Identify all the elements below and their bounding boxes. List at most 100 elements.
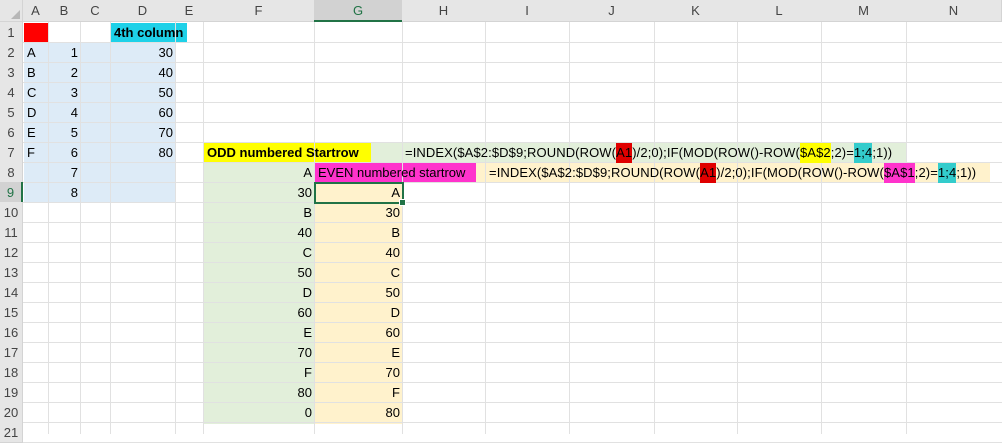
cell-b7[interactable]: 6 [49, 143, 81, 163]
grid-line-horizontal [23, 362, 1002, 363]
cell-d3[interactable]: 40 [111, 63, 176, 83]
cell-a7[interactable]: F [24, 143, 49, 163]
cell-d5[interactable]: 60 [111, 103, 176, 123]
fill-handle[interactable] [399, 199, 406, 206]
cell-g16[interactable]: 60 [315, 323, 403, 343]
row-header-12[interactable]: 12 [0, 242, 23, 263]
column-header-j[interactable]: J [569, 0, 655, 22]
formula-even-part: =INDEX($A$2:$D$9;ROUND(ROW( [489, 165, 701, 180]
cell-f11[interactable]: 40 [204, 223, 315, 243]
row-header-17[interactable]: 17 [0, 342, 23, 363]
formula-even-highlight-4: 4 [948, 163, 957, 183]
row-header-10[interactable]: 10 [0, 202, 23, 223]
cell-d6[interactable]: 70 [111, 123, 176, 143]
cell-f12[interactable]: C [204, 243, 315, 263]
row-header-16[interactable]: 16 [0, 322, 23, 343]
column-header-k[interactable]: K [654, 0, 738, 22]
formula-odd-text: =INDEX($A$2:$D$9;ROUND(ROW(A1)/2;0);IF(M… [402, 143, 895, 163]
row-header-5[interactable]: 5 [0, 102, 23, 123]
grid-line-horizontal [23, 422, 1002, 423]
row-header-18[interactable]: 18 [0, 362, 23, 383]
cell-f10[interactable]: B [204, 203, 315, 223]
row-header-11[interactable]: 11 [0, 222, 23, 243]
column-header-e[interactable]: E [175, 0, 204, 22]
grid-line-horizontal [23, 282, 1002, 283]
cell-b6[interactable]: 5 [49, 123, 81, 143]
column-header-f[interactable]: F [203, 0, 315, 22]
column-header-b[interactable]: B [48, 0, 81, 22]
cell-b4[interactable]: 3 [49, 83, 81, 103]
row-header-2[interactable]: 2 [0, 42, 23, 63]
formula-odd-highlight-1: 1 [853, 143, 862, 163]
formula-odd-part: ;2)= [830, 145, 854, 160]
column-header-a[interactable]: A [23, 0, 49, 22]
column-header-c[interactable]: C [80, 0, 111, 22]
cell-f8[interactable]: A [204, 163, 315, 183]
cell-f20[interactable]: 0 [204, 403, 315, 423]
grid-line-vertical [485, 22, 486, 434]
cell-g19[interactable]: F [315, 383, 403, 403]
cell-b2[interactable]: 1 [49, 43, 81, 63]
cell-g12[interactable]: 40 [315, 243, 403, 263]
formula-odd-part: =INDEX($A$2:$D$9;ROUND(ROW( [405, 145, 617, 160]
column-header-i[interactable]: I [485, 0, 570, 22]
cell-f17[interactable]: 70 [204, 343, 315, 363]
cell-g14[interactable]: 50 [315, 283, 403, 303]
cell-g8[interactable]: EVEN numbered startrow [315, 163, 476, 183]
grid-line-horizontal [23, 342, 1002, 343]
column-header-d[interactable]: D [110, 0, 176, 22]
row-header-7[interactable]: 7 [0, 142, 23, 163]
fill-a1-red [24, 23, 49, 43]
cell-b8[interactable]: 7 [49, 163, 81, 183]
cell-g20[interactable]: 80 [315, 403, 403, 423]
cell-f9[interactable]: 30 [204, 183, 315, 203]
cell-d7[interactable]: 80 [111, 143, 176, 163]
cell-f18[interactable]: F [204, 363, 315, 383]
cell-f15[interactable]: 60 [204, 303, 315, 323]
grid-line-vertical [906, 22, 907, 434]
cell-f7[interactable]: ODD numbered Startrow [204, 143, 371, 163]
select-all-corner[interactable] [0, 0, 23, 22]
cell-a6[interactable]: E [24, 123, 49, 143]
row-header-9[interactable]: 9 [0, 182, 23, 203]
cell-a3[interactable]: B [24, 63, 49, 83]
cell-g11[interactable]: B [315, 223, 403, 243]
cell-g13[interactable]: C [315, 263, 403, 283]
column-header-g[interactable]: G [314, 0, 403, 22]
row-header-19[interactable]: 19 [0, 382, 23, 403]
cell-f16[interactable]: E [204, 323, 315, 343]
cell-f14[interactable]: D [204, 283, 315, 303]
formula-even-part: ;1)) [956, 165, 977, 180]
cell-f13[interactable]: 50 [204, 263, 315, 283]
cell-g17[interactable]: E [315, 343, 403, 363]
active-cell-selection[interactable] [314, 182, 406, 206]
row-header-14[interactable]: 14 [0, 282, 23, 303]
cell-d1[interactable]: 4th column [111, 23, 187, 43]
column-header-l[interactable]: L [737, 0, 822, 22]
row-header-6[interactable]: 6 [0, 122, 23, 143]
row-header-8[interactable]: 8 [0, 162, 23, 183]
cell-a4[interactable]: C [24, 83, 49, 103]
cell-b3[interactable]: 2 [49, 63, 81, 83]
column-header-m[interactable]: M [821, 0, 907, 22]
row-header-13[interactable]: 13 [0, 262, 23, 283]
cell-g10[interactable]: 30 [315, 203, 403, 223]
cell-b5[interactable]: 4 [49, 103, 81, 123]
row-header-21[interactable]: 21 [0, 422, 23, 443]
cell-g18[interactable]: 70 [315, 363, 403, 383]
row-header-1[interactable]: 1 [0, 22, 23, 43]
row-header-20[interactable]: 20 [0, 402, 23, 423]
cell-a2[interactable]: A [24, 43, 49, 63]
cell-f19[interactable]: 80 [204, 383, 315, 403]
cell-b9[interactable]: 8 [49, 183, 81, 203]
column-header-h[interactable]: H [402, 0, 486, 22]
row-header-15[interactable]: 15 [0, 302, 23, 323]
cell-d2[interactable]: 30 [111, 43, 176, 63]
cell-a5[interactable]: D [24, 103, 49, 123]
row-header-3[interactable]: 3 [0, 62, 23, 83]
grid-line-horizontal [23, 262, 1002, 263]
cell-d4[interactable]: 50 [111, 83, 176, 103]
cell-g15[interactable]: D [315, 303, 403, 323]
column-header-n[interactable]: N [906, 0, 1002, 22]
row-header-4[interactable]: 4 [0, 82, 23, 103]
